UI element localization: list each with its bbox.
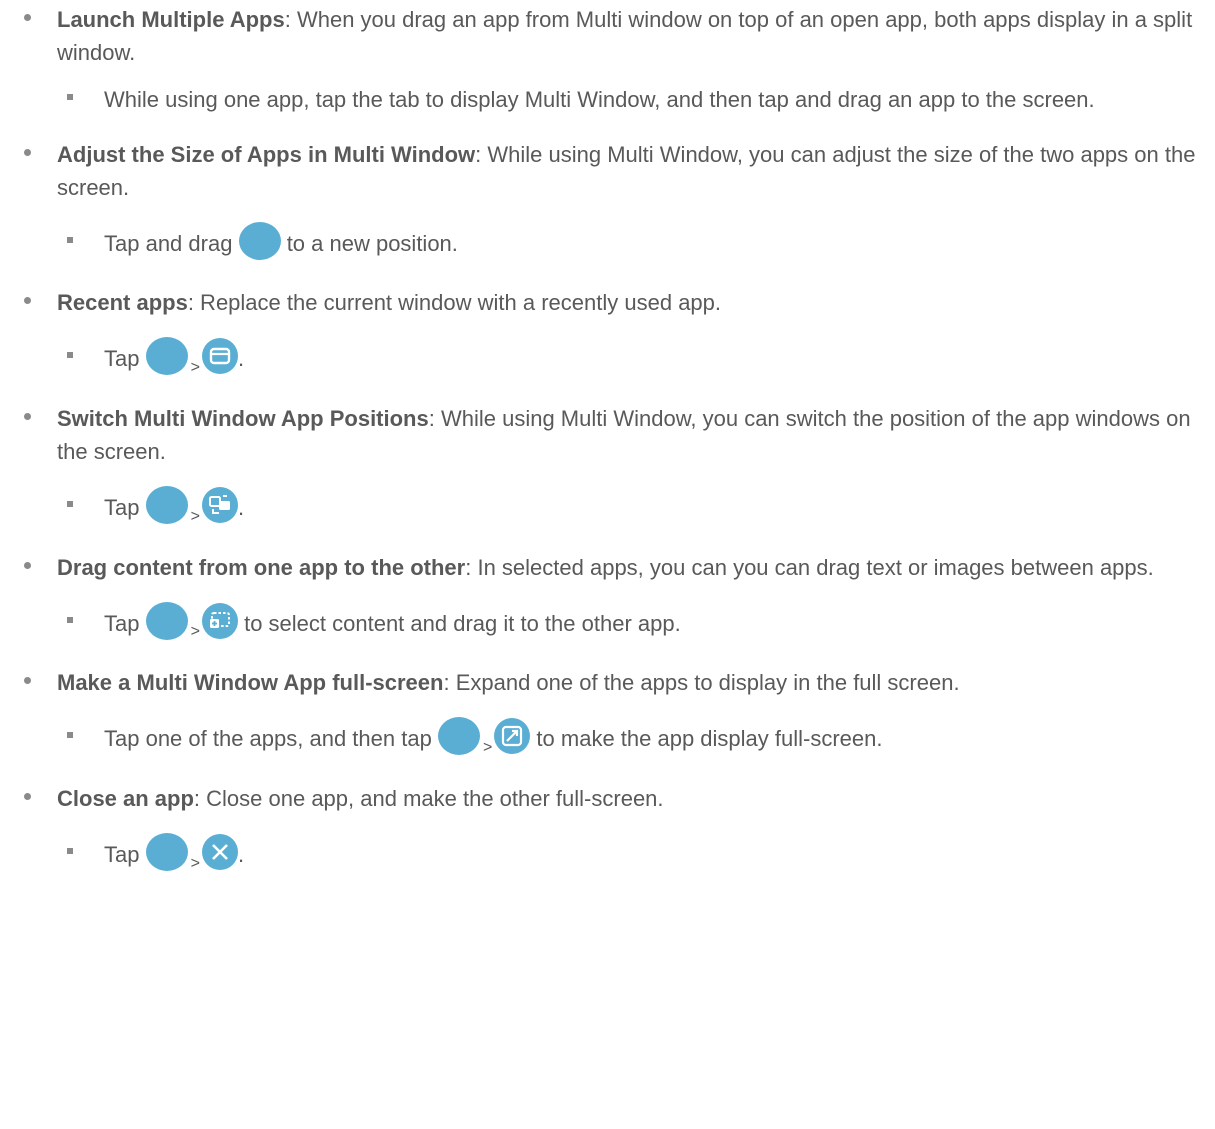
item-title: Make a Multi Window App full-screen [57, 670, 444, 696]
drag-content-icon [201, 602, 238, 639]
item-title: Drag content from one app to the other [57, 554, 466, 580]
separator: > [482, 739, 493, 757]
window-handle-icon [238, 222, 281, 260]
item-title: Adjust the Size of Apps in Multi Window [57, 142, 476, 167]
separator: > [190, 507, 200, 525]
square-bullet [67, 848, 73, 855]
square-bullet [67, 500, 73, 507]
item-description: : Replace the current window with a rece… [187, 290, 722, 315]
sub-item-end: . [237, 494, 245, 520]
sub-item-text-post: to select content and drag it to the oth… [244, 610, 681, 636]
separator: > [190, 358, 200, 376]
sub-item-text-pre: Tap [104, 610, 140, 636]
item-title: Recent apps [57, 290, 188, 315]
window-handle-icon [145, 601, 188, 640]
square-bullet [67, 352, 73, 358]
sub-item-text-pre: Tap [104, 494, 140, 520]
list-item-drag-content: Drag content from one app to the other: … [0, 551, 1215, 584]
sub-item-close-app: Tap >. [0, 833, 1215, 876]
window-handle-icon [145, 833, 188, 872]
item-title: Close an app [57, 786, 194, 812]
bullet [24, 677, 31, 685]
separator: > [190, 623, 200, 641]
list-item-launch-multiple-apps: Launch Multiple Apps: When you drag an a… [0, 3, 1215, 69]
list-item-switch-positions: Switch Multi Window App Positions: While… [0, 402, 1215, 468]
sub-item-drag-content: Tap > to select content and drag it to t… [0, 601, 1215, 645]
sub-item-text-pre: Tap and drag [104, 230, 233, 256]
bullet [24, 412, 31, 420]
instructions-document: Launch Multiple Apps: When you drag an a… [0, 0, 1215, 876]
sub-item-recent-apps: Tap >. [0, 337, 1215, 380]
sub-item-switch-positions: Tap >. [0, 485, 1215, 529]
list-item-recent-apps: Recent apps: Replace the current window … [0, 286, 1215, 319]
sub-item-end: . [237, 842, 245, 868]
bullet [24, 793, 31, 801]
bullet [24, 561, 31, 569]
item-description: : In selected apps, you can you can drag… [465, 554, 1154, 580]
sub-item-adjust-size: Tap and drag to a new position. [0, 222, 1215, 264]
item-title: Switch Multi Window App Positions [57, 405, 429, 431]
list-item-adjust-size: Adjust the Size of Apps in Multi Window:… [0, 138, 1215, 204]
bullet [24, 14, 31, 21]
switch-windows-icon [201, 486, 238, 523]
square-bullet [67, 732, 73, 739]
sub-item-text: While using one app, tap the tab to disp… [104, 87, 1095, 112]
square-bullet [67, 616, 73, 623]
bullet [24, 149, 31, 156]
item-description: : Expand one of the apps to display in t… [443, 670, 960, 696]
recent-apps-icon [201, 338, 238, 374]
bullet [24, 297, 31, 304]
window-handle-icon [145, 485, 188, 524]
sub-item-text-pre: Tap [104, 842, 140, 868]
window-handle-icon [437, 717, 480, 756]
separator: > [190, 855, 200, 873]
sub-item-text-pre: Tap one of the apps, and then tap [104, 726, 432, 752]
window-handle-icon [145, 337, 188, 375]
sub-item-text-pre: Tap [104, 345, 140, 371]
sub-item-launch-multiple-apps: While using one app, tap the tab to disp… [0, 83, 1215, 116]
sub-item-text-post: to a new position. [286, 230, 458, 256]
sub-item-end: . [237, 345, 245, 371]
sub-item-full-screen: Tap one of the apps, and then tap > to m… [0, 717, 1215, 760]
expand-fullscreen-icon [494, 718, 531, 755]
square-bullet [67, 237, 73, 243]
item-description: : Close one app, and make the other full… [193, 786, 664, 812]
square-bullet [67, 94, 73, 100]
item-title: Launch Multiple Apps [57, 7, 285, 32]
sub-item-text-post: to make the app display full-screen. [536, 726, 883, 752]
list-item-close-app: Close an app: Close one app, and make th… [0, 782, 1215, 815]
list-item-full-screen: Make a Multi Window App full-screen: Exp… [0, 666, 1215, 699]
close-app-icon [201, 834, 238, 871]
